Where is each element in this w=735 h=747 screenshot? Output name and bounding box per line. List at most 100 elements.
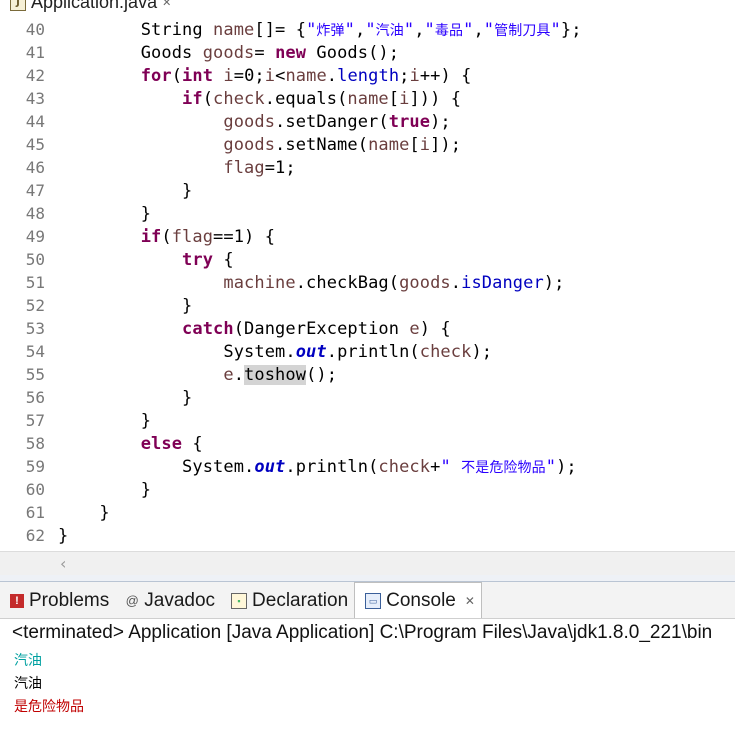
code-text: Goods goods= new Goods(); bbox=[45, 43, 399, 63]
code-token: ])) { bbox=[409, 88, 462, 109]
tab-console-label: Console bbox=[386, 589, 456, 611]
code-token: 汽油 bbox=[375, 22, 404, 39]
console-status: <terminated> Application [Java Applicati… bbox=[12, 622, 713, 643]
code-line[interactable]: 44 goods.setDanger(true); bbox=[0, 110, 451, 133]
code-line[interactable]: 52 } bbox=[0, 294, 193, 317]
code-token: check bbox=[378, 456, 431, 477]
code-text: } bbox=[45, 388, 192, 408]
code-line[interactable]: 51 machine.checkBag(goods.isDanger); bbox=[0, 271, 565, 294]
code-line[interactable]: 41 Goods goods= new Goods(); bbox=[0, 41, 399, 64]
line-number: 52 bbox=[25, 296, 45, 315]
code-token: try bbox=[182, 249, 214, 270]
code-token: , bbox=[414, 19, 425, 40]
code-token: check bbox=[419, 341, 472, 362]
code-line[interactable]: 62} bbox=[0, 524, 69, 547]
code-token: =0; bbox=[233, 65, 265, 86]
tab-declaration[interactable]: ▪ Declaration bbox=[221, 584, 354, 618]
code-token: if bbox=[140, 226, 162, 247]
code-token: , bbox=[354, 19, 366, 40]
code-token: System. bbox=[223, 341, 296, 362]
code-token: 不是危险物品 bbox=[461, 459, 546, 476]
code-text: goods.setDanger(true); bbox=[45, 112, 451, 132]
code-token: i bbox=[399, 88, 410, 109]
code-line[interactable]: 58 else { bbox=[0, 432, 203, 455]
code-token: ( bbox=[202, 88, 214, 109]
code-token: ++) { bbox=[419, 65, 472, 86]
code-text: } bbox=[45, 411, 151, 431]
code-token: " bbox=[306, 19, 317, 40]
code-token: }; bbox=[560, 19, 582, 40]
code-text: System.out.println(check+" 不是危险物品"); bbox=[45, 457, 577, 477]
tab-console[interactable]: ▭ Console ✕ bbox=[354, 582, 482, 618]
scroll-left-icon[interactable]: ‹ bbox=[60, 554, 66, 573]
code-token: } bbox=[140, 203, 152, 224]
code-editor[interactable]: 40 String name[]= {"炸弹","汽油","毒品","管制刀具"… bbox=[0, 18, 735, 551]
line-number: 44 bbox=[25, 112, 45, 131]
code-token: { bbox=[213, 249, 234, 270]
line-number: 41 bbox=[25, 43, 45, 62]
code-token: ) { bbox=[419, 318, 451, 339]
horizontal-scrollbar[interactable]: ‹ bbox=[0, 551, 735, 576]
code-token: .println( bbox=[326, 341, 420, 362]
tab-javadoc[interactable]: @ Javadoc bbox=[115, 584, 221, 618]
code-line[interactable]: 45 goods.setName(name[i]); bbox=[0, 133, 461, 156]
code-token: goods bbox=[399, 272, 451, 293]
line-number: 61 bbox=[25, 503, 45, 522]
console-output-line: 汽油 bbox=[14, 653, 42, 669]
code-line[interactable]: 43 if(check.equals(name[i])) { bbox=[0, 87, 461, 110]
line-number: 56 bbox=[25, 388, 45, 407]
code-line[interactable]: 60 } bbox=[0, 478, 151, 501]
code-line[interactable]: 46 flag=1; bbox=[0, 156, 296, 179]
code-token: " bbox=[550, 19, 561, 40]
javadoc-icon: @ bbox=[125, 593, 139, 608]
code-text: e.toshow(); bbox=[45, 364, 337, 385]
code-token: .println( bbox=[285, 456, 379, 477]
code-token: 管制刀具 bbox=[494, 22, 551, 39]
code-token: ); bbox=[556, 456, 577, 477]
code-line[interactable]: 55 e.toshow(); bbox=[0, 363, 337, 386]
code-line[interactable]: 42 for(int i=0;i<name.length;i++) { bbox=[0, 64, 472, 87]
code-text: catch(DangerException e) { bbox=[45, 319, 451, 339]
tab-problems[interactable]: ! Problems bbox=[0, 584, 115, 618]
code-line[interactable]: 59 System.out.println(check+" 不是危险物品"); bbox=[0, 455, 577, 478]
code-line[interactable]: 57 } bbox=[0, 409, 151, 432]
code-text: goods.setName(name[i]); bbox=[45, 135, 461, 155]
code-token: ==1) { bbox=[213, 226, 276, 247]
code-line[interactable]: 61 } bbox=[0, 501, 110, 524]
code-line[interactable]: 54 System.out.println(check); bbox=[0, 340, 492, 363]
code-line[interactable]: 49 if(flag==1) { bbox=[0, 225, 275, 248]
line-number: 50 bbox=[25, 250, 45, 269]
code-token: true bbox=[388, 111, 431, 132]
code-text: } bbox=[45, 181, 192, 201]
code-token: ]); bbox=[430, 134, 462, 155]
code-line[interactable]: 50 try { bbox=[0, 248, 234, 271]
tab-declaration-label: Declaration bbox=[252, 590, 349, 611]
code-text: else { bbox=[45, 434, 203, 454]
code-token: machine bbox=[223, 272, 296, 293]
line-number: 43 bbox=[25, 89, 45, 108]
code-token: } bbox=[182, 180, 193, 201]
close-icon[interactable]: ✕ bbox=[162, 0, 171, 9]
code-text: flag=1; bbox=[45, 158, 296, 178]
line-number: 55 bbox=[25, 365, 45, 384]
editor-tab[interactable]: J Application.java ✕ bbox=[10, 0, 171, 13]
console-output-line: 是危险物品 bbox=[14, 699, 84, 715]
code-token: " bbox=[365, 19, 376, 40]
close-icon[interactable]: ✕ bbox=[465, 594, 475, 608]
code-text: if(flag==1) { bbox=[45, 227, 275, 247]
code-token: " bbox=[483, 19, 495, 40]
code-line[interactable]: 48 } bbox=[0, 202, 151, 225]
code-line[interactable]: 40 String name[]= {"炸弹","汽油","毒品","管制刀具"… bbox=[0, 18, 582, 41]
code-token: name bbox=[213, 19, 255, 40]
editor-tab-bar: J Application.java ✕ bbox=[0, 0, 735, 14]
console-output-line: 汽油 bbox=[14, 676, 42, 692]
code-text: } bbox=[45, 526, 68, 546]
code-token: flag bbox=[171, 226, 214, 247]
code-line[interactable]: 53 catch(DangerException e) { bbox=[0, 317, 451, 340]
code-token: Goods bbox=[140, 42, 203, 63]
line-number: 51 bbox=[25, 273, 45, 292]
tab-javadoc-label: Javadoc bbox=[144, 590, 216, 611]
code-line[interactable]: 47 } bbox=[0, 179, 193, 202]
code-line[interactable]: 56 } bbox=[0, 386, 193, 409]
line-number: 42 bbox=[25, 66, 45, 85]
